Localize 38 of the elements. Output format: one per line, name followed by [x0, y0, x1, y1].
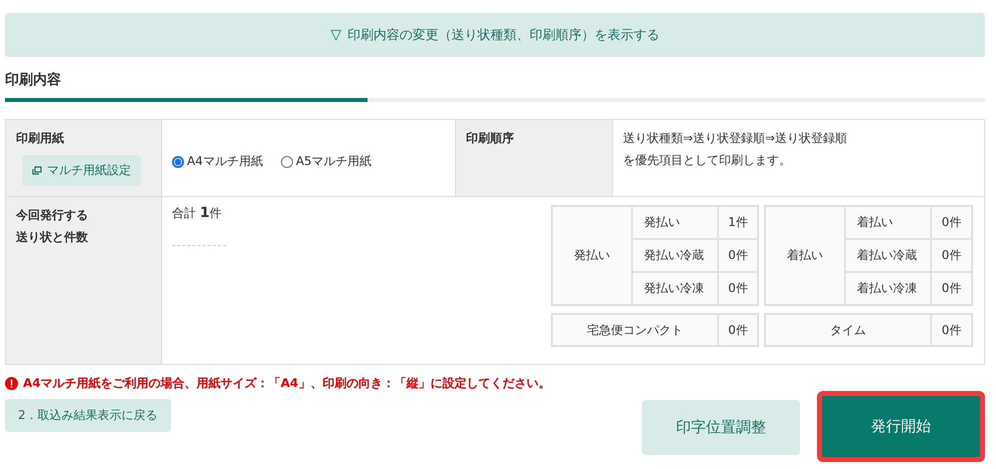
print-order-text: 送り状種類⇒送り状登録順⇒送り状登録順 [623, 130, 848, 147]
print-position-adjust-button[interactable]: 印字位置調整 [642, 400, 800, 455]
table-cell: 発払い [632, 206, 718, 239]
window-icon [32, 166, 42, 175]
table-cell: 発払い冷蔵 [632, 239, 718, 272]
warning-icon [5, 377, 18, 390]
table-cell: 1件 [718, 206, 758, 239]
row-label: 今回発行する 送り状と件数 [16, 207, 89, 246]
table-cell: 0件 [718, 272, 758, 305]
issue-start-button[interactable]: 発行開始 [817, 391, 985, 462]
table-cell: 着払い冷凍 [845, 272, 931, 305]
expand-toggle-bar[interactable]: ▽ 印刷内容の変更（送り状種類、印刷順序）を表示する [5, 13, 985, 57]
table-cell: 0件 [931, 272, 972, 305]
table-cell: 0件 [931, 314, 972, 346]
table-cell: 0件 [718, 314, 758, 346]
table-cell: 宅急便コンパクト [552, 314, 718, 346]
radio-button[interactable] [280, 156, 293, 168]
back-button[interactable]: 2．取込み結果表示に戻る [5, 399, 171, 432]
table-cell: 着払い冷蔵 [845, 239, 931, 272]
row-label: 印刷順序 [466, 130, 515, 147]
row-label: 印刷用紙 [16, 130, 65, 147]
warning-message: A4マルチ用紙をご利用の場合、用紙サイズ：「A4」、印刷の向き：「縦」に設定してください。 [23, 375, 550, 392]
print-order-text: を優先項目として印刷します。 [623, 152, 792, 169]
section-title: 印刷内容 [5, 71, 62, 90]
table-cell: 0件 [931, 206, 972, 239]
table-cell: 0件 [931, 239, 972, 272]
table-cell: 発払い冷凍 [632, 272, 718, 305]
multi-paper-settings-button[interactable]: マルチ用紙設定 [22, 155, 141, 186]
table-cell: 着払い [765, 206, 845, 305]
table-cell: 発払い [552, 206, 632, 305]
table-cell: 着払い [845, 206, 931, 239]
table-cell: 0件 [718, 239, 758, 272]
radio-button[interactable] [172, 156, 184, 168]
total-count: 合計 1件 [172, 205, 223, 222]
table-cell: タイム [765, 314, 931, 346]
radio-option[interactable]: A4マルチ用紙 [172, 153, 263, 170]
radio-option[interactable]: A5マルチ用紙 [280, 153, 372, 170]
triangle-icon: ▽ [330, 27, 342, 43]
